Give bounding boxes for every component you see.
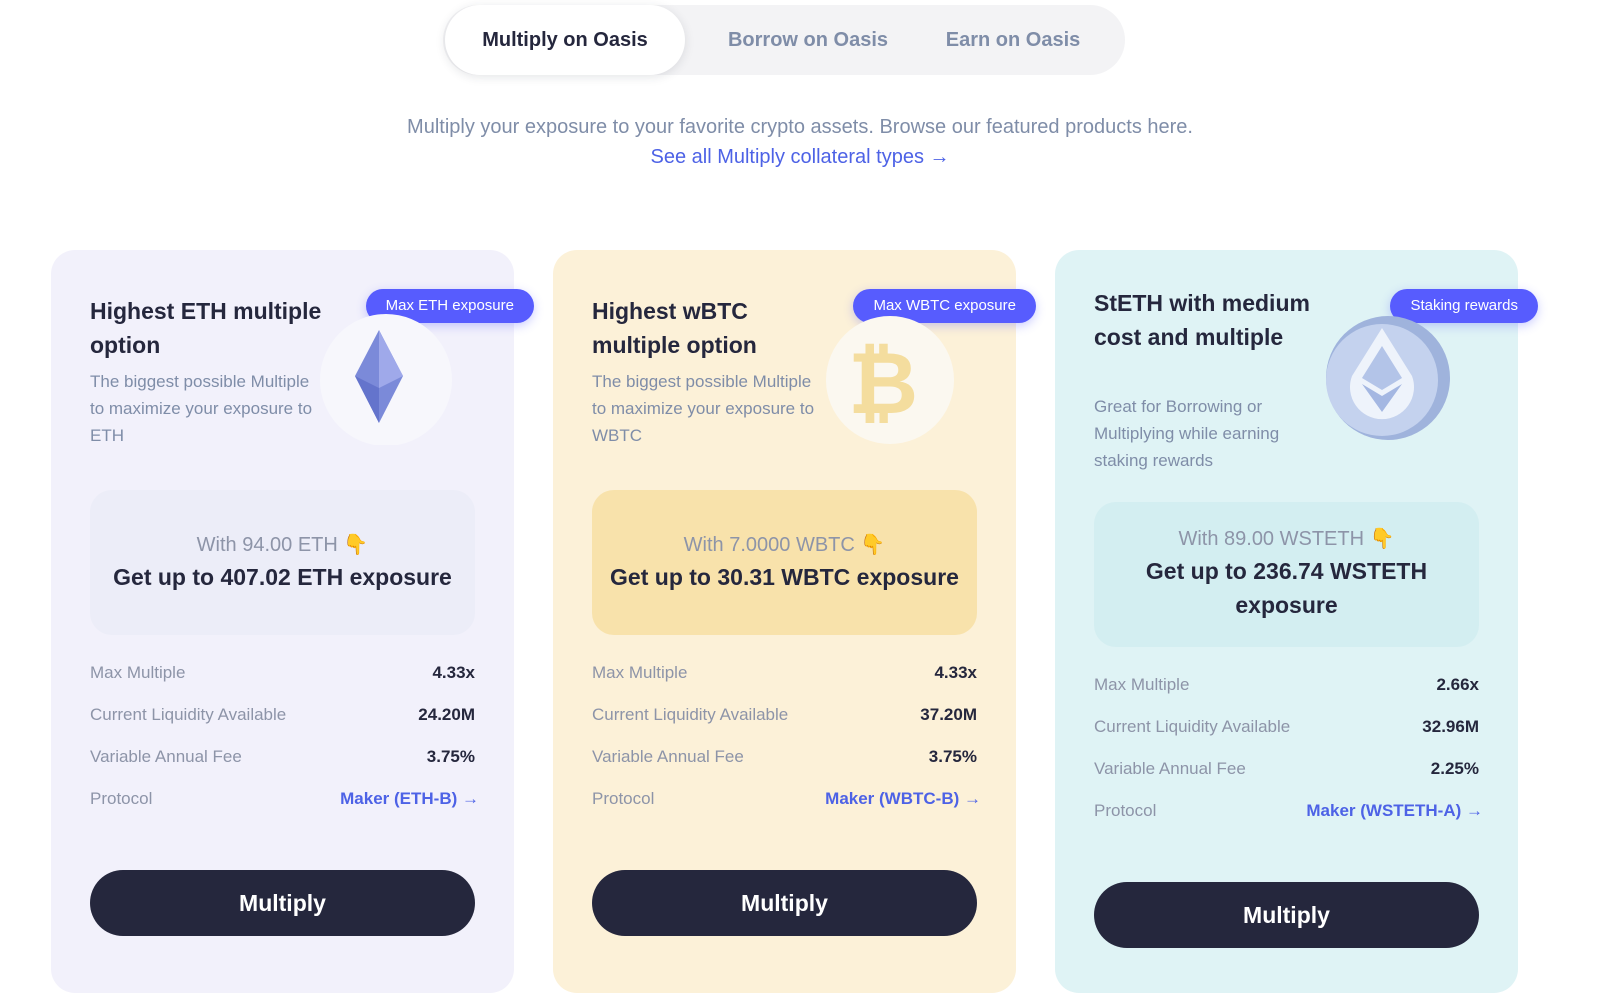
- exposure-with-amount: With 94.00 ETH 👇: [196, 534, 369, 556]
- pointing-down-hand-icon: 👇: [1369, 528, 1395, 550]
- product-tabs: Multiply on Oasis Borrow on Oasis Earn o…: [443, 5, 1125, 75]
- product-card-eth: Max ETH exposure Highest ETH multiple op…: [51, 250, 534, 993]
- multiply-button[interactable]: Multiply: [90, 870, 475, 936]
- pointing-down-hand-icon: 👇: [860, 534, 886, 556]
- card-title: Highest wBTC multiple option: [592, 298, 757, 358]
- stat-protocol: Protocol Maker (WBTC-B) →: [592, 778, 981, 820]
- stat-liquidity: Current Liquidity Available 32.96M: [1094, 706, 1479, 748]
- stat-value: 37.20M: [920, 705, 977, 724]
- exposure-with-amount: With 7.0000 WBTC 👇: [683, 534, 886, 556]
- protocol-link[interactable]: Maker (WSTETH-A) →: [1306, 790, 1483, 832]
- stat-label: Max Multiple: [90, 663, 186, 682]
- stat-max-multiple: Max Multiple 2.66x: [1094, 664, 1479, 706]
- exposure-box: With 7.0000 WBTC 👇 Get up to 30.31 WBTC …: [592, 490, 977, 635]
- stat-label: Current Liquidity Available: [1094, 717, 1291, 736]
- stat-liquidity: Current Liquidity Available 37.20M: [592, 694, 977, 736]
- multiply-button[interactable]: Multiply: [592, 870, 977, 936]
- intro-text: Multiply your exposure to your favorite …: [300, 112, 1300, 172]
- stat-value: 2.25%: [1430, 759, 1479, 778]
- protocol-link[interactable]: Maker (ETH-B) →: [340, 778, 479, 820]
- card-title: Highest ETH multiple option: [90, 298, 322, 358]
- card-description: The biggest possible Multiple to maximiz…: [90, 372, 313, 445]
- exposure-amount: Get up to 407.02 ETH exposure: [113, 564, 452, 590]
- pointing-down-hand-icon: 👇: [343, 534, 369, 556]
- stat-max-multiple: Max Multiple 4.33x: [592, 652, 977, 694]
- stat-max-multiple: Max Multiple 4.33x: [90, 652, 475, 694]
- exposure-amount: Get up to 236.74 WSTETH exposure: [1145, 558, 1428, 618]
- stat-label: Current Liquidity Available: [90, 705, 287, 724]
- stat-label: Protocol: [1094, 801, 1157, 820]
- stat-annual-fee: Variable Annual Fee 3.75%: [592, 736, 977, 778]
- stat-label: Protocol: [90, 789, 153, 808]
- stat-annual-fee: Variable Annual Fee 2.25%: [1094, 748, 1479, 790]
- stat-value: 3.75%: [928, 747, 977, 766]
- card-description: The biggest possible Multiple to maximiz…: [592, 372, 815, 445]
- eth-icon: [319, 310, 454, 446]
- wbtc-icon: ₿: [823, 310, 958, 445]
- stats-list: Max Multiple 2.66x Current Liquidity Ava…: [1094, 664, 1483, 832]
- multiply-button[interactable]: Multiply: [1094, 882, 1479, 948]
- tab-borrow[interactable]: Borrow on Oasis: [693, 5, 923, 75]
- intro-description: Multiply your exposure to your favorite …: [407, 116, 1193, 138]
- stat-protocol: Protocol Maker (ETH-B) →: [90, 778, 479, 820]
- wsteth-icon: [1318, 308, 1453, 443]
- product-card-wbtc: Max WBTC exposure Highest wBTC multiple …: [553, 250, 1036, 993]
- product-card-wsteth: Staking rewards StETH with medium cost a…: [1055, 250, 1538, 993]
- exposure-box: With 89.00 WSTETH 👇 Get up to 236.74 WST…: [1094, 502, 1479, 647]
- stat-value: 24.20M: [418, 705, 475, 724]
- tab-earn[interactable]: Earn on Oasis: [913, 5, 1113, 75]
- card-title: StETH with medium cost and multiple: [1094, 290, 1310, 350]
- protocol-link[interactable]: Maker (WBTC-B) →: [825, 778, 981, 820]
- stat-protocol: Protocol Maker (WSTETH-A) →: [1094, 790, 1483, 832]
- stat-label: Variable Annual Fee: [592, 747, 744, 766]
- exposure-box: With 94.00 ETH 👇 Get up to 407.02 ETH ex…: [90, 490, 475, 635]
- stats-list: Max Multiple 4.33x Current Liquidity Ava…: [592, 652, 981, 820]
- stat-value: 32.96M: [1422, 717, 1479, 736]
- tab-multiply[interactable]: Multiply on Oasis: [445, 5, 685, 75]
- exposure-with-amount: With 89.00 WSTETH 👇: [1178, 528, 1395, 550]
- stat-value: 4.33x: [432, 663, 475, 682]
- svg-text:₿: ₿: [848, 334, 918, 434]
- stats-list: Max Multiple 4.33x Current Liquidity Ava…: [90, 652, 479, 820]
- see-all-collateral-link[interactable]: See all Multiply collateral types →: [650, 146, 949, 168]
- stat-liquidity: Current Liquidity Available 24.20M: [90, 694, 475, 736]
- stat-label: Variable Annual Fee: [90, 747, 242, 766]
- stat-label: Max Multiple: [592, 663, 688, 682]
- stat-label: Current Liquidity Available: [592, 705, 789, 724]
- stat-label: Protocol: [592, 789, 655, 808]
- stat-annual-fee: Variable Annual Fee 3.75%: [90, 736, 475, 778]
- exposure-amount: Get up to 30.31 WBTC exposure: [610, 564, 959, 590]
- stat-label: Variable Annual Fee: [1094, 759, 1246, 778]
- stat-label: Max Multiple: [1094, 675, 1190, 694]
- card-description: Great for Borrowing or Multiplying while…: [1094, 397, 1280, 470]
- stat-value: 3.75%: [426, 747, 475, 766]
- stat-value: 2.66x: [1436, 675, 1479, 694]
- stat-value: 4.33x: [934, 663, 977, 682]
